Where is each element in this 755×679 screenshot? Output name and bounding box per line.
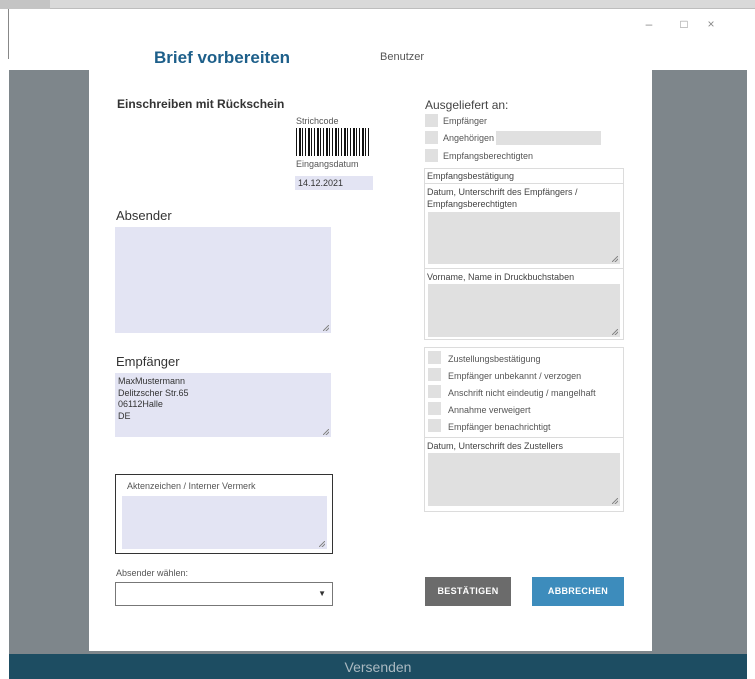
receipt-signature-area[interactable]	[428, 212, 620, 264]
status-label-unbekannt: Empfänger unbekannt / verzogen	[448, 371, 582, 381]
receipt-title: Empfangsbestätigung	[427, 171, 515, 181]
checkbox-benachrichtigt[interactable]	[428, 419, 441, 432]
maximize-icon[interactable]: □	[676, 16, 692, 32]
option-label-angehoerigen: Angehörigen	[443, 133, 495, 143]
barcode-image	[296, 128, 371, 156]
sender-select-label: Absender wählen:	[116, 568, 189, 578]
reference-label: Aktenzeichen / Interner Vermerk	[127, 481, 256, 491]
confirm-button[interactable]: BESTÄTIGEN	[425, 577, 511, 606]
top-strip	[0, 0, 755, 9]
checkbox-empfangsberechtigten[interactable]	[425, 149, 438, 162]
option-label-empfaenger: Empfänger	[443, 116, 488, 126]
checkbox-angehoerigen[interactable]	[425, 131, 438, 144]
angehoerigen-input[interactable]	[496, 131, 601, 145]
registered-mail-heading: Einschreiben mit Rückschein	[117, 97, 285, 111]
status-label-benachrichtigt: Empfänger benachrichtigt	[448, 422, 551, 432]
option-label-empfangsberechtigten: Empfangsberechtigten	[443, 151, 534, 161]
receipt-signature-label: Datum, Unterschrift des Empfängers / Emp…	[427, 187, 578, 209]
recipient-heading: Empfänger	[116, 354, 180, 369]
send-button-label: Versenden	[344, 659, 412, 675]
checkbox-unbekannt[interactable]	[428, 368, 441, 381]
app-header	[9, 38, 747, 70]
sender-heading: Absender	[116, 208, 172, 223]
block-letters-area[interactable]	[428, 284, 620, 337]
reference-textarea[interactable]	[122, 496, 327, 549]
block-letters-label: Vorname, Name in Druckbuchstaben	[427, 272, 575, 282]
status-label-verweigert: Annahme verweigert	[448, 405, 531, 415]
cancel-button[interactable]: ABBRECHEN	[532, 577, 624, 606]
page-title: Brief vorbereiten	[154, 48, 291, 67]
sender-select[interactable]: ▼	[115, 582, 333, 606]
barcode-label: Strichcode	[296, 116, 339, 126]
divider	[425, 437, 623, 438]
status-label-anschrift: Anschrift nicht eindeutig / mangelhaft	[448, 388, 596, 398]
sender-textarea[interactable]	[115, 227, 331, 333]
divider	[425, 183, 623, 184]
status-label-zustellungsbestaetigung: Zustellungsbestätigung	[448, 354, 541, 364]
recipient-textarea[interactable]: MaxMustermann Delitzscher Str.65 06112Ha…	[115, 373, 331, 437]
delivered-to-title: Ausgeliefert an:	[425, 98, 509, 112]
user-label: Benutzer	[380, 51, 425, 63]
chevron-down-icon: ▼	[318, 589, 326, 598]
checkbox-zustellungsbestaetigung[interactable]	[428, 351, 441, 364]
checkbox-anschrift[interactable]	[428, 385, 441, 398]
window-titlebar: – □ ×	[9, 9, 755, 38]
carrier-signature-area[interactable]	[428, 453, 620, 506]
minimize-icon[interactable]: –	[641, 16, 657, 32]
checkbox-empfaenger[interactable]	[425, 114, 438, 127]
checkbox-verweigert[interactable]	[428, 402, 441, 415]
close-icon[interactable]: ×	[703, 16, 719, 32]
divider	[425, 268, 623, 269]
date-label: Eingangsdatum	[296, 159, 359, 169]
received-date-field[interactable]: 14.12.2021	[295, 176, 373, 190]
carrier-signature-label: Datum, Unterschrift des Zustellers	[427, 441, 564, 451]
